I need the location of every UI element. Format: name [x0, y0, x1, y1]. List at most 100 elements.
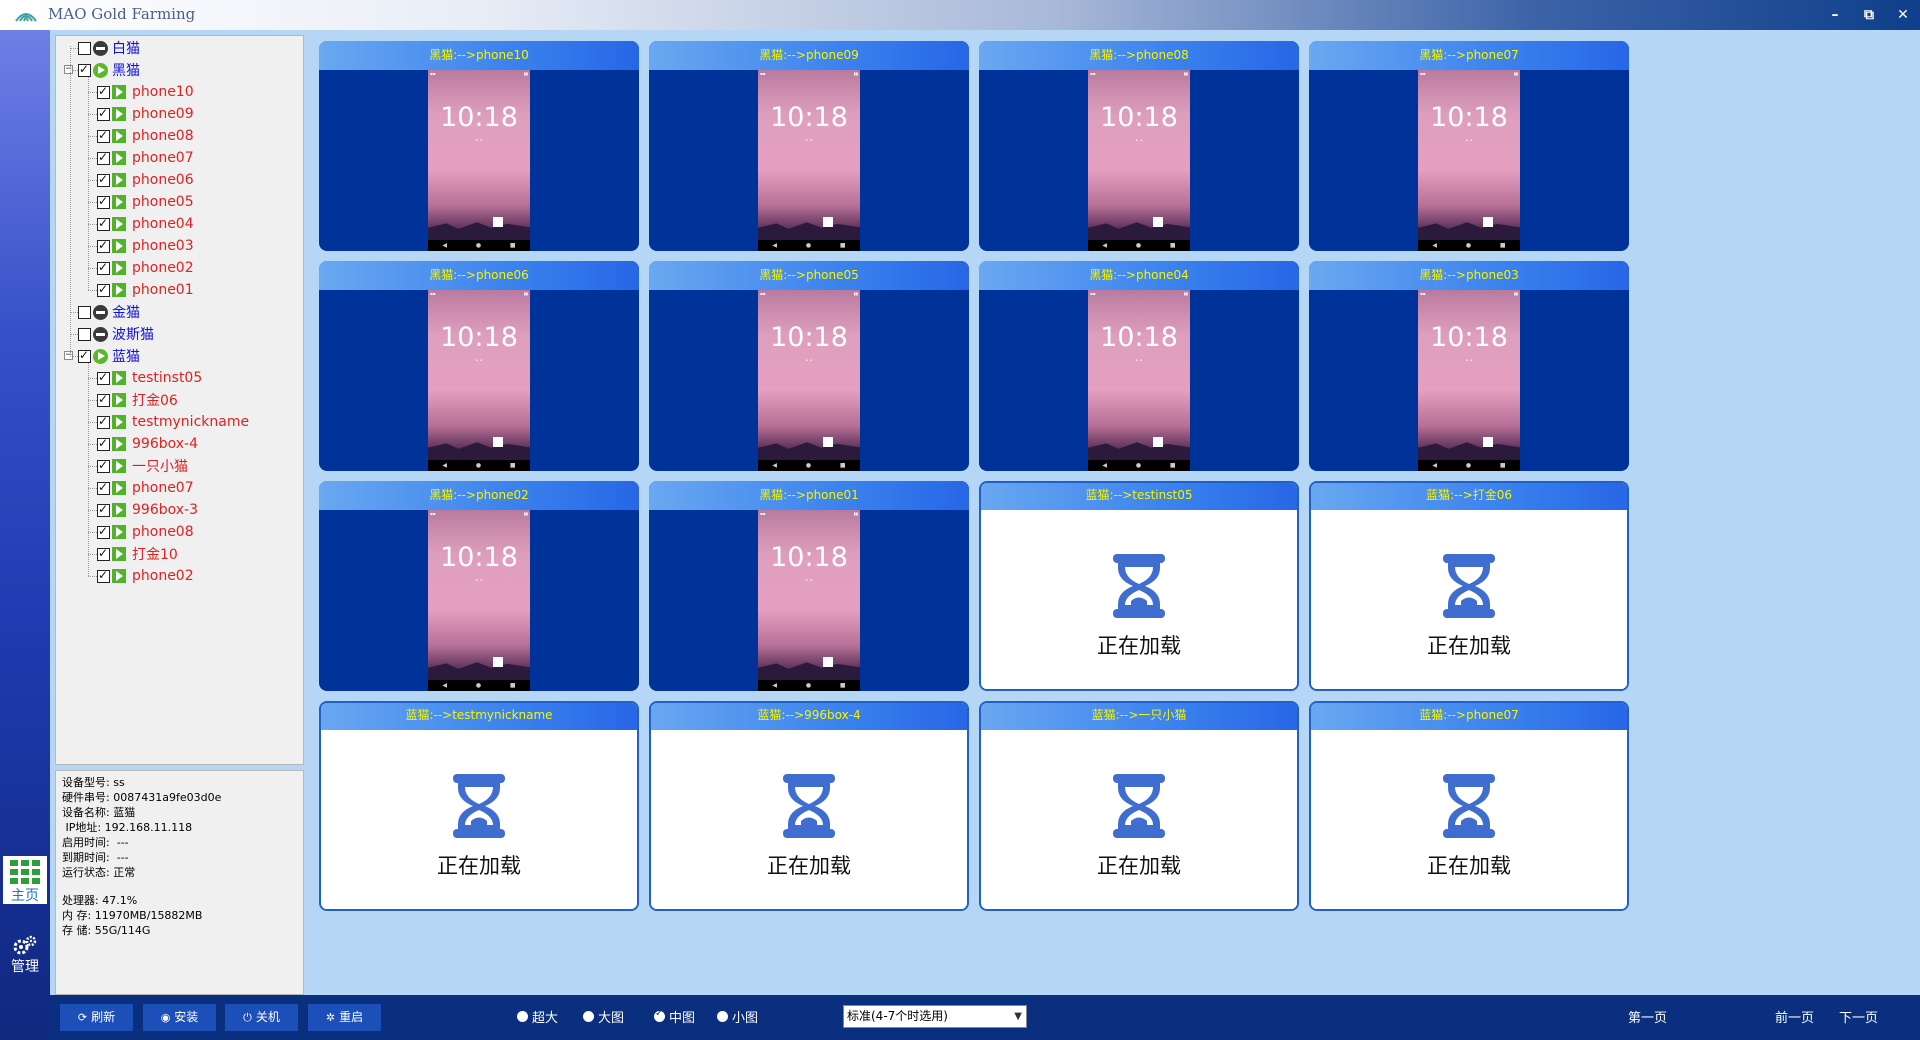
collapse-toggle[interactable]: − — [64, 351, 73, 360]
device-screen[interactable]: ▪▪ ▮▮ 10:18 • • ◀ ● ■ — [428, 510, 530, 691]
device-card[interactable]: 黑猫:-->phone04 ▪▪ ▮▮ 10:18 • • ◀ ● ■ — [979, 261, 1299, 471]
device-checkbox[interactable] — [97, 238, 110, 253]
tree-device-item[interactable]: phone08 — [97, 125, 194, 147]
tree-device-item[interactable]: phone02 — [97, 257, 194, 279]
tree-device-item[interactable]: phone05 — [97, 191, 194, 213]
device-card[interactable]: 蓝猫:-->testinst05 正在加载 — [979, 481, 1299, 691]
tree-device-item[interactable]: phone08 — [97, 521, 194, 543]
restore-button[interactable]: ⧉ — [1858, 4, 1880, 26]
device-checkbox[interactable] — [97, 480, 110, 495]
close-button[interactable]: ✕ — [1892, 4, 1914, 26]
device-screen[interactable]: ▪▪ ▮▮ 10:18 • • ◀ ● ■ — [1418, 70, 1520, 251]
tree-group[interactable]: 金猫 — [78, 301, 140, 323]
refresh-button[interactable]: ⟳ 刷新 — [60, 1004, 133, 1031]
device-card[interactable]: 蓝猫:-->phone07 正在加载 — [1309, 701, 1629, 911]
device-card[interactable]: 黑猫:-->phone08 ▪▪ ▮▮ 10:18 • • ◀ ● ■ — [979, 41, 1299, 251]
radio-dot[interactable] — [717, 1011, 728, 1022]
minimize-button[interactable]: – — [1824, 4, 1846, 26]
device-checkbox[interactable] — [97, 150, 110, 165]
device-card[interactable]: 黑猫:-->phone10 ▪▪ ▮▮ 10:18 • • ◀ ● ■ — [319, 41, 639, 251]
group-checkbox[interactable] — [78, 62, 91, 77]
tree-device-item[interactable]: phone09 — [97, 103, 194, 125]
tree-device-item[interactable]: phone02 — [97, 565, 194, 587]
device-checkbox[interactable] — [97, 216, 110, 231]
tree-device-item[interactable]: phone03 — [97, 235, 194, 257]
device-card[interactable]: 黑猫:-->phone07 ▪▪ ▮▮ 10:18 • • ◀ ● ■ — [1309, 41, 1629, 251]
tree-device-item[interactable]: phone01 — [97, 279, 194, 301]
device-checkbox[interactable] — [97, 524, 110, 539]
device-checkbox[interactable] — [97, 436, 110, 451]
tree-device-item[interactable]: phone04 — [97, 213, 194, 235]
tree-device-item[interactable]: 一只小猫 — [97, 455, 188, 477]
device-checkbox[interactable] — [97, 84, 110, 99]
prev-page-button[interactable]: 前一页 — [1775, 1007, 1814, 1026]
device-card[interactable]: 蓝猫:-->996box-4 正在加载 — [649, 701, 969, 911]
tree-device-item[interactable]: phone10 — [97, 81, 194, 103]
tree-device-item[interactable]: 打金06 — [97, 389, 178, 411]
device-card[interactable]: 黑猫:-->phone09 ▪▪ ▮▮ 10:18 • • ◀ ● ■ — [649, 41, 969, 251]
device-card[interactable]: 蓝猫:-->一只小猫 正在加载 — [979, 701, 1299, 911]
device-card[interactable]: 黑猫:-->phone06 ▪▪ ▮▮ 10:18 • • ◀ ● ■ — [319, 261, 639, 471]
device-checkbox[interactable] — [97, 194, 110, 209]
tree-device-item[interactable]: testinst05 — [97, 367, 202, 389]
device-card[interactable]: 黑猫:-->phone01 ▪▪ ▮▮ 10:18 • • ◀ ● ■ — [649, 481, 969, 691]
device-screen[interactable]: ▪▪ ▮▮ 10:18 • • ◀ ● ■ — [428, 70, 530, 251]
lockscreen-clock: 10:18 — [1100, 102, 1178, 133]
device-checkbox[interactable] — [97, 260, 110, 275]
device-checkbox[interactable] — [97, 370, 110, 385]
nav-home[interactable]: 主页 — [3, 856, 47, 904]
nav-manage[interactable]: 管理 — [3, 930, 47, 978]
tree-group[interactable]: 波斯猫 — [78, 323, 154, 345]
device-screen[interactable]: ▪▪ ▮▮ 10:18 • • ◀ ● ■ — [1088, 70, 1190, 251]
tree-device-item[interactable]: 打金10 — [97, 543, 178, 565]
device-screen[interactable]: ▪▪ ▮▮ 10:18 • • ◀ ● ■ — [758, 510, 860, 691]
device-card[interactable]: 黑猫:-->phone03 ▪▪ ▮▮ 10:18 • • ◀ ● ■ — [1309, 261, 1629, 471]
tree-device-item[interactable]: 996box-3 — [97, 499, 198, 521]
group-checkbox[interactable] — [78, 348, 91, 363]
device-checkbox[interactable] — [97, 128, 110, 143]
first-page-button[interactable]: 第一页 — [1628, 1007, 1667, 1026]
device-card[interactable]: 蓝猫:-->打金06 正在加载 — [1309, 481, 1629, 691]
device-card[interactable]: 黑猫:-->phone02 ▪▪ ▮▮ 10:18 • • ◀ ● ■ — [319, 481, 639, 691]
collapse-toggle[interactable]: − — [64, 65, 73, 74]
radio-dot[interactable] — [517, 1011, 528, 1022]
android-navbar: ◀ ● ■ — [758, 460, 860, 471]
device-checkbox[interactable] — [97, 458, 110, 473]
size-radio[interactable]: 超大 — [517, 1007, 558, 1026]
app-icon — [493, 437, 503, 447]
device-checkbox[interactable] — [97, 172, 110, 187]
device-screen[interactable]: ▪▪ ▮▮ 10:18 • • ◀ ● ■ — [1418, 290, 1520, 471]
device-checkbox[interactable] — [97, 414, 110, 429]
group-checkbox[interactable] — [78, 305, 91, 319]
device-card[interactable]: 黑猫:-->phone05 ▪▪ ▮▮ 10:18 • • ◀ ● ■ — [649, 261, 969, 471]
group-checkbox[interactable] — [78, 41, 91, 55]
device-checkbox[interactable] — [97, 568, 110, 583]
radio-dot[interactable] — [654, 1008, 665, 1022]
device-screen[interactable]: ▪▪ ▮▮ 10:18 • • ◀ ● ■ — [758, 70, 860, 251]
tree-device-item[interactable]: phone07 — [97, 147, 194, 169]
tree-device-item[interactable]: 996box-4 — [97, 433, 198, 455]
radio-dot[interactable] — [583, 1011, 594, 1022]
size-radio[interactable]: 大图 — [583, 1007, 624, 1026]
install-button[interactable]: ◉ 安装 — [143, 1004, 216, 1031]
device-screen[interactable]: ▪▪ ▮▮ 10:18 • • ◀ ● ■ — [1088, 290, 1190, 471]
size-radio[interactable]: 小图 — [717, 1007, 758, 1026]
device-screen[interactable]: ▪▪ ▮▮ 10:18 • • ◀ ● ■ — [428, 290, 530, 471]
tree-group[interactable]: 白猫 — [78, 37, 140, 59]
device-checkbox[interactable] — [97, 502, 110, 517]
group-checkbox[interactable] — [78, 327, 91, 341]
tree-device-item[interactable]: testmynickname — [97, 411, 249, 433]
device-screen[interactable]: ▪▪ ▮▮ 10:18 • • ◀ ● ■ — [758, 290, 860, 471]
size-radio[interactable]: 中图 — [654, 1007, 695, 1026]
tree-device-item[interactable]: phone07 — [97, 477, 194, 499]
reboot-button[interactable]: ✲ 重启 — [308, 1004, 381, 1031]
next-page-button[interactable]: 下一页 — [1839, 1007, 1878, 1026]
layout-select[interactable]: 标准(4-7个时选用) ▼ — [843, 1005, 1027, 1028]
shutdown-button[interactable]: ⏻ 关机 — [225, 1004, 298, 1031]
device-checkbox[interactable] — [97, 106, 110, 121]
device-checkbox[interactable] — [97, 282, 110, 297]
tree-device-item[interactable]: phone06 — [97, 169, 194, 191]
device-checkbox[interactable] — [97, 546, 110, 561]
device-card[interactable]: 蓝猫:-->testmynickname 正在加载 — [319, 701, 639, 911]
device-checkbox[interactable] — [97, 392, 110, 407]
